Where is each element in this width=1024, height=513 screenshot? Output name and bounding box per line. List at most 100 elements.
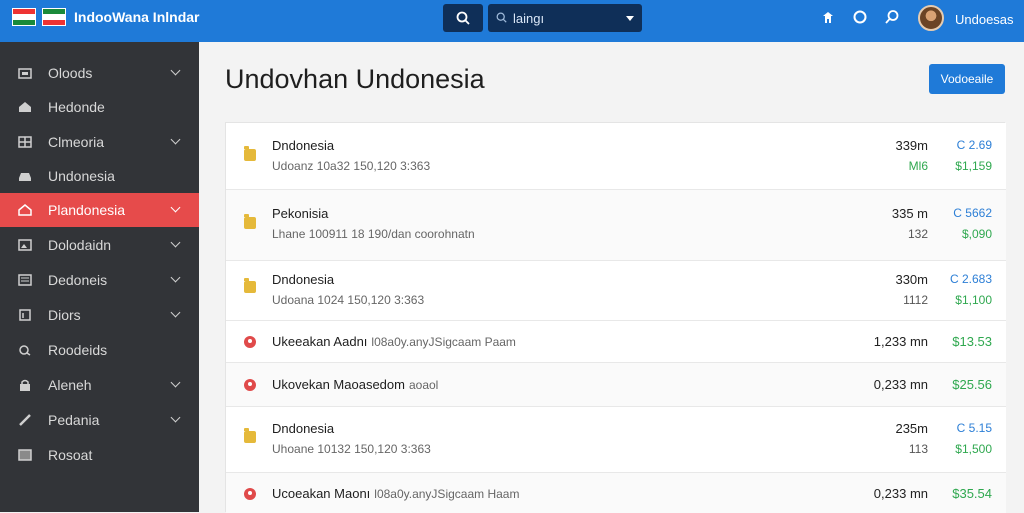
- row-size: 330m: [895, 272, 928, 287]
- sidebar-item-label: Roodeids: [48, 342, 108, 358]
- image-icon: [17, 238, 33, 252]
- list-item[interactable]: Dndonesia Udoanz 10a32 150,120 3:363 339…: [226, 123, 1006, 190]
- sidebar-item-label: Oloods: [48, 65, 93, 81]
- folder-icon: [244, 428, 256, 443]
- search-icon: [17, 343, 33, 357]
- sidebar-item-pedania[interactable]: Pedania: [0, 403, 199, 437]
- notifications-icon[interactable]: [852, 9, 868, 25]
- page-title: Undovhan Undonesia: [225, 64, 485, 94]
- sidebar: Oloods Hedonde Clmeoria Undonesia Plando…: [0, 42, 199, 512]
- sidebar-item-dolodaidn[interactable]: Dolodaidn: [0, 228, 199, 262]
- list-item[interactable]: Pekonisia Lhane 100911 18 190/dan cooroh…: [226, 190, 1006, 261]
- sidebar-item-label: Hedonde: [48, 99, 105, 115]
- sidebar-item-dedoneis[interactable]: Dedoneis: [0, 263, 199, 297]
- search-button[interactable]: [443, 4, 483, 32]
- flag-icon-right: [42, 8, 66, 26]
- sidebar-item-label: Plandonesia: [48, 202, 126, 218]
- row-size: 0,233 mn: [873, 486, 928, 501]
- alert-icon: [244, 488, 256, 500]
- pen-icon: [17, 413, 33, 427]
- row-title: Dndonesia: [272, 138, 335, 153]
- folder-icon: [17, 66, 33, 80]
- sidebar-item-undonesia[interactable]: Undonesia: [0, 159, 199, 193]
- list-item[interactable]: Ukovekan Maoasedom aoaol 0,233 mn $25.56: [226, 363, 1006, 407]
- list-item[interactable]: Dndonesia Uhoane 10132 150,120 3:363 235…: [226, 407, 1006, 473]
- row-title: Ukovekan Maoasedom aoaol: [272, 377, 439, 392]
- sidebar-item-label: Rosoat: [48, 447, 93, 463]
- chevron-down-icon: [170, 202, 181, 213]
- row-size: 335 m: [891, 206, 928, 221]
- pin-icon[interactable]: [820, 9, 836, 25]
- main-content: Undovhan Undonesia Vodoeaile Dndonesia U…: [199, 42, 1024, 513]
- row-title: Dndonesia: [272, 421, 335, 436]
- sidebar-item-plandonesia[interactable]: Plandonesia: [0, 193, 199, 227]
- sidebar-item-clmeoria[interactable]: Clmeoria: [0, 125, 199, 159]
- list-item[interactable]: Ucoeakan Maonı l08a0y.anyJSigcaam Haam 0,…: [226, 473, 1006, 513]
- row-size-secondary: Ml6: [908, 159, 928, 173]
- sidebar-item-oloods[interactable]: Oloods: [0, 56, 199, 90]
- chevron-down-icon: [170, 134, 181, 145]
- sidebar-item-label: Dedoneis: [48, 272, 108, 288]
- top-icons: [820, 9, 900, 25]
- row-size: 1,233 mn: [873, 334, 928, 349]
- sidebar-item-roodeids[interactable]: Roodeids: [0, 333, 199, 367]
- list-item[interactable]: Ukeeakan Aadnı l08a0y.anyJSigcaam Paam 1,…: [226, 321, 1006, 363]
- folder-icon: [244, 146, 256, 161]
- row-size: 235m: [895, 421, 928, 436]
- lock-icon: [17, 378, 33, 392]
- primary-button[interactable]: Vodoeaile: [929, 64, 1005, 94]
- list-icon: [17, 273, 33, 287]
- box-icon: [17, 448, 33, 462]
- list-item[interactable]: Dndonesia Udoana 1024 150,120 3:363 330m…: [226, 261, 1006, 321]
- row-value-green: $,090: [961, 227, 992, 241]
- app-title: IndooWana Inlndar: [74, 9, 200, 25]
- chevron-down-icon: [170, 272, 181, 283]
- row-title: Pekonisia: [272, 206, 329, 221]
- search-icon: [456, 11, 470, 25]
- chevron-down-icon: [170, 412, 181, 423]
- alert-icon: [244, 379, 256, 391]
- car-icon: [17, 169, 33, 183]
- sidebar-item-label: Undonesia: [48, 168, 115, 184]
- folder-icon: [244, 214, 256, 229]
- row-value-blue: C 2.69: [956, 138, 992, 152]
- grid-icon: [17, 135, 33, 149]
- alert-icon: [244, 336, 256, 348]
- home-icon: [17, 100, 33, 114]
- sidebar-item-label: Dolodaidn: [48, 237, 112, 253]
- sidebar-item-aleneh[interactable]: Aleneh: [0, 368, 199, 402]
- search-icon-2[interactable]: [884, 9, 900, 25]
- row-size-secondary: 132: [907, 227, 928, 241]
- sidebar-item-label: Diors: [48, 307, 81, 323]
- row-value-green: $1,500: [955, 442, 992, 456]
- row-value-green: $1,100: [955, 293, 992, 307]
- row-value-blue: C 5662: [953, 206, 992, 220]
- row-subtitle: Udoanz 10a32 150,120 3:363: [272, 159, 431, 173]
- dropdown-icon[interactable]: [626, 15, 634, 21]
- folder-icon: [244, 278, 256, 293]
- document-icon: [17, 308, 33, 322]
- row-subtitle: Uhoane 10132 150,120 3:363: [272, 442, 431, 456]
- row-title: Ucoeakan Maonı l08a0y.anyJSigcaam Haam: [272, 486, 520, 501]
- search-input[interactable]: laingı: [488, 4, 642, 32]
- row-size-secondary: 1112: [903, 293, 928, 307]
- user-avatar[interactable]: [918, 5, 944, 31]
- house-icon: [17, 203, 33, 217]
- row-value-green: $13.53: [952, 334, 992, 349]
- brand[interactable]: IndooWana Inlndar: [12, 8, 199, 26]
- file-list: Dndonesia Udoanz 10a32 150,120 3:363 339…: [225, 122, 1006, 513]
- row-value-green: $25.56: [952, 377, 992, 392]
- flag-icon-left: [12, 8, 36, 26]
- sidebar-item-rosoat[interactable]: Rosoat: [0, 438, 199, 472]
- search-value: laingı: [513, 10, 545, 26]
- row-title: Ukeeakan Aadnı l08a0y.anyJSigcaam Paam: [272, 334, 516, 349]
- sidebar-item-hedonde[interactable]: Hedonde: [0, 90, 199, 124]
- user-name[interactable]: Undoesas: [955, 12, 1014, 27]
- row-value-blue: C 5.15: [956, 421, 992, 435]
- row-value-blue: C 2.683: [949, 272, 992, 286]
- chevron-down-icon: [170, 307, 181, 318]
- row-subtitle: Udoana 1024 150,120 3:363: [272, 293, 425, 307]
- search-inline-icon: [496, 11, 507, 26]
- sidebar-item-diors[interactable]: Diors: [0, 298, 199, 332]
- top-bar: IndooWana Inlndar laingı Undoesas: [0, 0, 1024, 42]
